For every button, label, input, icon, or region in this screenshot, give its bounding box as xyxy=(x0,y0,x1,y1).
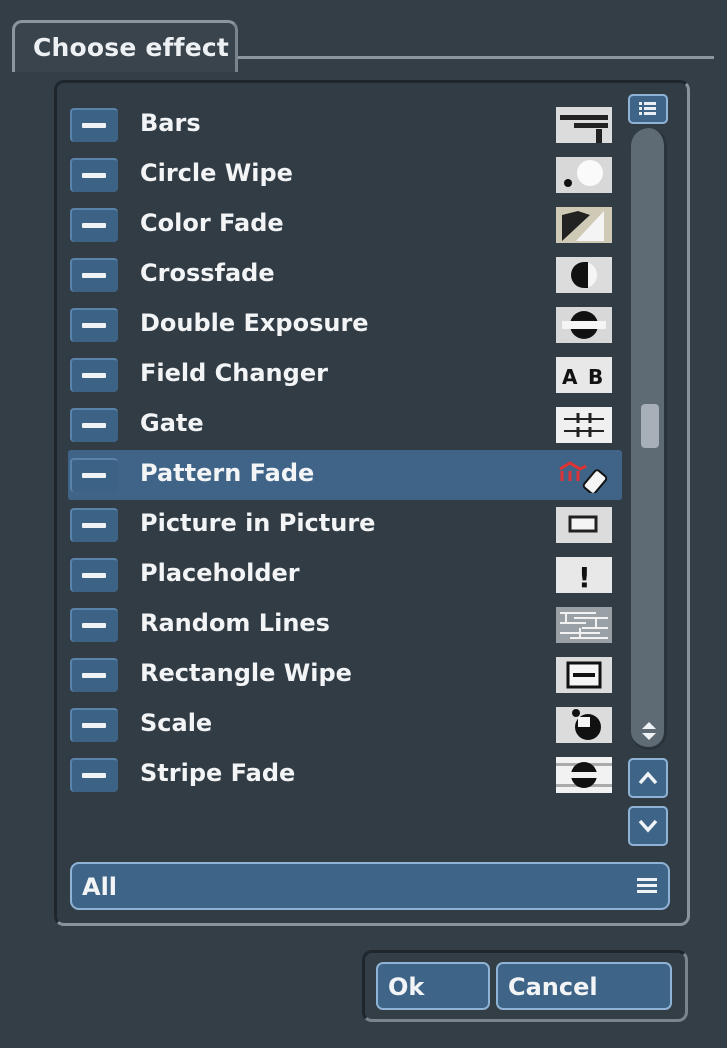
circle-wipe-icon xyxy=(556,157,612,193)
minus-toggle-button[interactable] xyxy=(70,508,118,542)
dialog-title: Choose effect xyxy=(33,33,230,62)
effect-label: Scale xyxy=(140,709,213,737)
cancel-button[interactable]: Cancel xyxy=(496,962,672,1010)
effect-label: Placeholder xyxy=(140,559,300,587)
effect-row[interactable]: Pattern Fade xyxy=(68,450,622,500)
scrollbar-thumb[interactable] xyxy=(641,404,659,448)
effect-row[interactable]: Scale xyxy=(68,700,622,750)
placeholder-icon: ! xyxy=(556,557,612,593)
effect-row[interactable]: Stripe Fade xyxy=(68,750,622,800)
effect-row[interactable]: Double Exposure xyxy=(68,300,622,350)
double-exposure-icon xyxy=(556,307,612,343)
minus-toggle-button[interactable] xyxy=(70,258,118,292)
effect-row[interactable]: Rectangle Wipe xyxy=(68,650,622,700)
effect-row[interactable]: Gate xyxy=(68,400,622,450)
effect-label: Field Changer xyxy=(140,359,328,387)
ok-button[interactable]: Ok xyxy=(376,962,490,1010)
effect-label: Double Exposure xyxy=(140,309,369,337)
minus-toggle-button[interactable] xyxy=(70,458,118,492)
effect-filter-dropdown[interactable]: All xyxy=(70,862,670,910)
effect-row[interactable]: Circle Wipe xyxy=(68,150,622,200)
effect-row[interactable]: Crossfade xyxy=(68,250,622,300)
field-changer-icon: AB xyxy=(556,357,612,393)
effect-label: Stripe Fade xyxy=(140,759,296,787)
minus-toggle-button[interactable] xyxy=(70,108,118,142)
minus-toggle-button[interactable] xyxy=(70,658,118,692)
effect-label: Random Lines xyxy=(140,609,330,637)
menu-icon xyxy=(637,878,657,893)
effect-row[interactable]: Random Lines xyxy=(68,600,622,650)
scale-icon xyxy=(556,707,612,743)
rectangle-wipe-icon xyxy=(556,657,612,693)
minus-toggle-button[interactable] xyxy=(70,608,118,642)
filter-selected-value: All xyxy=(82,873,118,901)
svg-text:!: ! xyxy=(578,561,591,593)
effect-label: Pattern Fade xyxy=(140,459,315,487)
minus-toggle-button[interactable] xyxy=(70,708,118,742)
pattern-fade-icon xyxy=(556,457,612,493)
effect-label: Circle Wipe xyxy=(140,159,293,187)
effect-label: Bars xyxy=(140,109,201,137)
cancel-button-label: Cancel xyxy=(508,973,598,1001)
chevron-down-icon xyxy=(638,819,658,833)
minus-toggle-button[interactable] xyxy=(70,558,118,592)
list-icon xyxy=(639,102,656,115)
effects-list: Bars Circle Wipe Color Fade Crossfade Double… xyxy=(68,100,622,800)
stripe-fade-icon xyxy=(556,757,612,793)
picture-in-picture-icon xyxy=(556,507,612,543)
scroll-down-button[interactable] xyxy=(628,806,668,846)
minus-toggle-button[interactable] xyxy=(70,308,118,342)
color-fade-icon xyxy=(556,207,612,243)
random-lines-icon xyxy=(556,607,612,643)
effect-row[interactable]: Color Fade xyxy=(68,200,622,250)
minus-toggle-button[interactable] xyxy=(70,158,118,192)
dialog-tab: Choose effect xyxy=(12,20,238,72)
scroll-up-button[interactable] xyxy=(628,758,668,798)
effect-row[interactable]: Bars xyxy=(68,100,622,150)
effect-label: Crossfade xyxy=(140,259,275,287)
minus-toggle-button[interactable] xyxy=(70,358,118,392)
effect-label: Color Fade xyxy=(140,209,284,237)
chevron-up-icon xyxy=(638,771,658,785)
svg-text:A: A xyxy=(562,365,578,389)
tab-divider xyxy=(238,56,714,59)
effect-row[interactable]: Placeholder! xyxy=(68,550,622,600)
crossfade-icon xyxy=(556,257,612,293)
gate-icon xyxy=(556,407,612,443)
effect-label: Gate xyxy=(140,409,204,437)
effect-row[interactable]: Field Changer A B xyxy=(68,350,622,400)
svg-text:B: B xyxy=(588,365,603,389)
ok-button-label: Ok xyxy=(388,973,425,1001)
choose-effect-dialog: Choose effect Bars Circle Wipe Color Fade C… xyxy=(0,0,727,1048)
minus-toggle-button[interactable] xyxy=(70,408,118,442)
minus-toggle-button[interactable] xyxy=(70,758,118,792)
list-view-button[interactable] xyxy=(628,94,668,124)
effect-label: Picture in Picture xyxy=(140,509,376,537)
effect-label: Rectangle Wipe xyxy=(140,659,352,687)
scroll-updown-icon[interactable] xyxy=(636,716,662,746)
minus-toggle-button[interactable] xyxy=(70,208,118,242)
bars-icon xyxy=(556,107,612,143)
effect-row[interactable]: Picture in Picture xyxy=(68,500,622,550)
